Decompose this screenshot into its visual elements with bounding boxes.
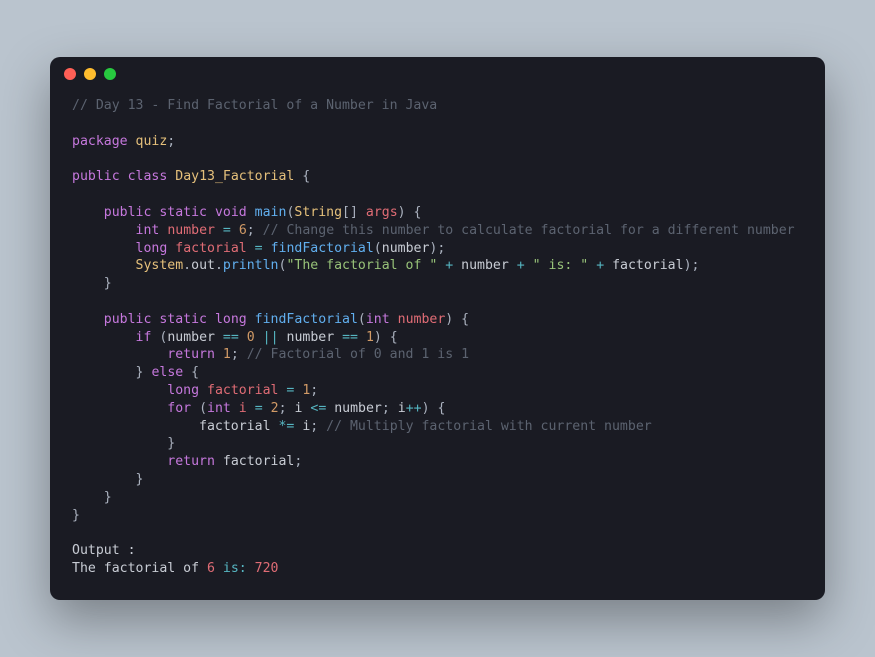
output-pre: The factorial of	[72, 561, 207, 576]
kw-public3: public	[104, 312, 152, 327]
output-input-num: 6	[207, 561, 215, 576]
kw-static: static	[159, 205, 207, 220]
num-2: 2	[271, 401, 279, 416]
param-type-string: String	[294, 205, 342, 220]
ret-factorial: factorial	[223, 454, 294, 469]
output-result: 720	[255, 561, 279, 576]
var-i: i	[239, 401, 247, 416]
op-le: <=	[310, 401, 326, 416]
op-eqeq: ==	[223, 330, 239, 345]
body-lhs: factorial	[199, 419, 270, 434]
kw-class: class	[128, 169, 168, 184]
v-number: number	[461, 258, 509, 273]
num-1: 1	[366, 330, 374, 345]
cond-var2: number	[287, 330, 335, 345]
pkg-name: quiz	[136, 134, 168, 149]
close-icon[interactable]	[64, 68, 76, 80]
type-int2: int	[207, 401, 231, 416]
op-eq4: =	[255, 401, 263, 416]
ret-void: void	[215, 205, 247, 220]
fn-main: main	[255, 205, 287, 220]
num-0: 0	[247, 330, 255, 345]
output-mid: is:	[215, 561, 255, 576]
kw-else: else	[151, 365, 183, 380]
type-long: long	[136, 241, 168, 256]
var-factorial2: factorial	[207, 383, 278, 398]
code-block: // Day 13 - Find Factorial of a Number i…	[50, 91, 825, 600]
op-eq2: =	[255, 241, 263, 256]
op-pp: ++	[406, 401, 422, 416]
op-plus3: +	[596, 258, 604, 273]
op-eq3: =	[286, 383, 294, 398]
op-plus: +	[445, 258, 453, 273]
op-plus2: +	[517, 258, 525, 273]
obj-out: out	[191, 258, 215, 273]
comment-change: // Change this number to calculate facto…	[263, 223, 795, 238]
var-number: number	[167, 223, 215, 238]
kw-public: public	[72, 169, 120, 184]
num-6: 6	[239, 223, 247, 238]
arg-number: number	[382, 241, 430, 256]
str-2: " is: "	[533, 258, 589, 273]
fn-println: println	[223, 258, 279, 273]
class-name: Day13_Factorial	[175, 169, 294, 184]
var-factorial: factorial	[175, 241, 246, 256]
fn-findfactorial: findFactorial	[255, 312, 358, 327]
ret-long: long	[215, 312, 247, 327]
maximize-icon[interactable]	[104, 68, 116, 80]
obj-system: System	[136, 258, 184, 273]
op-muleq: *=	[278, 419, 294, 434]
window-titlebar	[50, 57, 825, 91]
kw-if: if	[136, 330, 152, 345]
type-int: int	[136, 223, 160, 238]
code-window: // Day 13 - Find Factorial of a Number i…	[50, 57, 825, 600]
kw-public2: public	[104, 205, 152, 220]
param-args: args	[366, 205, 398, 220]
kw-return2: return	[167, 454, 215, 469]
type-long2: long	[167, 383, 199, 398]
op-or: ||	[263, 330, 279, 345]
kw-return: return	[167, 347, 215, 362]
cond-var: number	[167, 330, 215, 345]
minimize-icon[interactable]	[84, 68, 96, 80]
kw-package: package	[72, 134, 128, 149]
call-findfactorial: findFactorial	[271, 241, 374, 256]
kw-for: for	[167, 401, 191, 416]
op-eq: =	[223, 223, 231, 238]
param-number: number	[398, 312, 446, 327]
for-lim: number	[334, 401, 382, 416]
op-eqeq2: ==	[342, 330, 358, 345]
v-factorial: factorial	[612, 258, 683, 273]
kw-static2: static	[159, 312, 207, 327]
param-int: int	[366, 312, 390, 327]
ret-1: 1	[223, 347, 231, 362]
str-1: "The factorial of "	[286, 258, 437, 273]
title-comment: // Day 13 - Find Factorial of a Number i…	[72, 98, 437, 113]
comment-base: // Factorial of 0 and 1 is 1	[247, 347, 469, 362]
comment-mul: // Multiply factorial with current numbe…	[326, 419, 652, 434]
output-label: Output :	[72, 543, 136, 558]
var-i3: i	[398, 401, 406, 416]
var-i2: i	[294, 401, 302, 416]
